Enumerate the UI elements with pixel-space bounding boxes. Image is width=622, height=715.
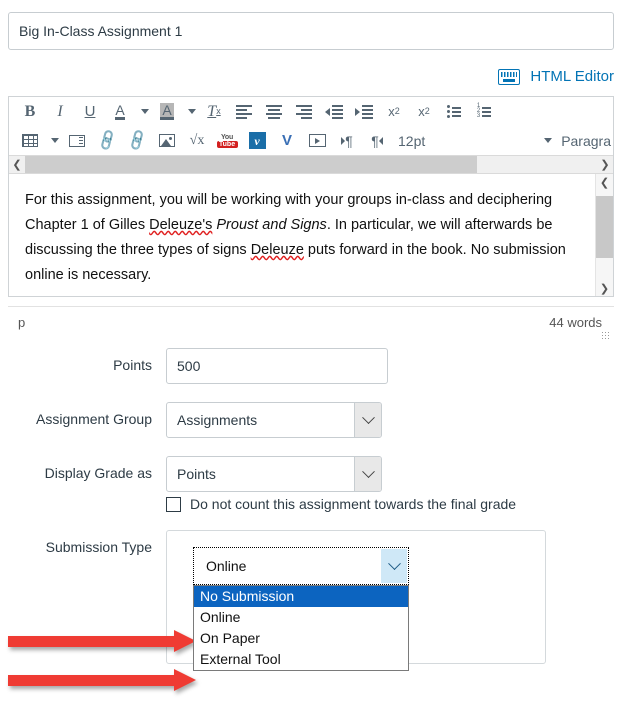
assignment-group-select[interactable]: Assignments xyxy=(166,402,382,438)
font-size-dropdown-icon[interactable] xyxy=(538,129,555,153)
table-icon[interactable] xyxy=(15,129,45,153)
text-color-dropdown-icon[interactable] xyxy=(135,100,152,124)
numbered-list-icon[interactable]: 123 xyxy=(469,100,499,124)
italic-icon[interactable]: I xyxy=(45,100,75,124)
omit-from-final-grade-label: Do not count this assignment towards the… xyxy=(190,496,517,512)
subscript-icon[interactable]: x2 xyxy=(409,100,439,124)
image-icon[interactable] xyxy=(152,129,182,153)
block-format-value[interactable]: Paragra xyxy=(555,129,613,153)
assignment-title-field-wrapper xyxy=(8,12,614,50)
embed-video-icon[interactable] xyxy=(302,129,332,153)
rich-text-editor: B I U A A Tx x2 x2 123 🔗 🔗 √x You Tube v… xyxy=(8,96,614,297)
highlight-color-dropdown-icon[interactable] xyxy=(182,100,199,124)
bold-icon[interactable]: B xyxy=(15,100,45,124)
element-path[interactable]: p xyxy=(18,315,25,330)
submission-type-control: Online No Submission Online On Paper Ext… xyxy=(166,530,622,671)
editor-scroll-thumb[interactable] xyxy=(596,196,613,258)
assignment-group-value: Assignments xyxy=(177,412,258,428)
editor-status-bar: p 44 words xyxy=(8,306,614,340)
align-left-icon[interactable] xyxy=(229,100,259,124)
table-dropdown-icon[interactable] xyxy=(45,129,62,153)
chevron-down-icon xyxy=(387,556,401,570)
ltr-paragraph-icon[interactable]: ¶ xyxy=(332,129,362,153)
scroll-left-icon[interactable]: ❮ xyxy=(9,156,25,173)
omit-from-final-grade-row[interactable]: Do not count this assignment towards the… xyxy=(166,496,622,512)
points-control xyxy=(166,348,622,384)
superscript-icon[interactable]: x2 xyxy=(379,100,409,124)
submission-type-label: Submission Type xyxy=(45,539,152,555)
outdent-icon[interactable] xyxy=(319,100,349,124)
points-label: Points xyxy=(113,357,152,373)
align-right-icon[interactable] xyxy=(289,100,319,124)
display-grade-as-select[interactable]: Points xyxy=(166,456,382,492)
editor-scroll-track[interactable] xyxy=(596,190,613,280)
scroll-right-icon[interactable]: ❯ xyxy=(597,156,613,173)
display-grade-as-dropdown-button[interactable] xyxy=(354,457,381,491)
media-icon[interactable] xyxy=(62,129,92,153)
youtube-icon[interactable]: You Tube xyxy=(212,129,242,153)
word-count: 44 words xyxy=(549,315,602,330)
scroll-down-icon[interactable]: ❯ xyxy=(600,280,609,296)
arrow-shaft xyxy=(8,636,174,647)
display-grade-as-control: Points Do not count this assignment towa… xyxy=(166,456,622,512)
option-no-submission[interactable]: No Submission xyxy=(194,586,408,607)
body-text-misspelled-1: Deleuze's xyxy=(149,217,213,233)
submission-type-select[interactable]: Online xyxy=(193,547,409,585)
link-icon[interactable]: 🔗 xyxy=(92,128,122,152)
editor-vertical-scrollbar[interactable]: ❮ ❯ xyxy=(595,174,613,296)
editor-toolbar-row-2: 🔗 🔗 √x You Tube v V ¶ ¶ 12pt Paragra xyxy=(9,126,613,155)
vimeo-icon[interactable]: v xyxy=(242,129,272,153)
submission-type-value: Online xyxy=(206,558,247,574)
assignment-group-control: Assignments xyxy=(166,402,622,438)
html-editor-toggle[interactable]: HTML Editor xyxy=(498,68,614,85)
font-size-value[interactable]: 12pt xyxy=(392,129,431,153)
omit-from-final-grade-checkbox[interactable] xyxy=(166,496,181,512)
bulleted-list-icon[interactable] xyxy=(439,100,469,124)
assignment-title-input[interactable] xyxy=(8,12,614,50)
toolbar-horizontal-scrollbar[interactable]: ❮ ❯ xyxy=(9,155,613,174)
submission-type-dropdown-button[interactable] xyxy=(381,549,407,583)
word-count-wrapper: 44 words xyxy=(549,315,610,340)
editor-content-wrapper: For this assignment, you will be working… xyxy=(9,174,613,296)
arrow-head xyxy=(174,669,196,691)
keyboard-icon xyxy=(498,68,521,85)
editor-content-area[interactable]: For this assignment, you will be working… xyxy=(9,174,595,296)
option-external-tool[interactable]: External Tool xyxy=(194,649,408,670)
points-input[interactable] xyxy=(166,348,388,384)
editor-toolbar-row-1: B I U A A Tx x2 x2 123 xyxy=(9,97,613,126)
resize-grip-icon[interactable] xyxy=(601,331,610,340)
submission-type-option-list[interactable]: No Submission Online On Paper External T… xyxy=(193,585,409,671)
chevron-down-icon xyxy=(361,410,375,424)
body-text-italic-title: Proust and Signs xyxy=(216,217,327,233)
assignment-group-label: Assignment Group xyxy=(36,411,152,427)
display-grade-as-value: Points xyxy=(177,466,216,482)
clear-formatting-icon[interactable]: Tx xyxy=(199,100,229,124)
highlight-color-icon[interactable]: A xyxy=(152,100,182,124)
align-center-icon[interactable] xyxy=(259,100,289,124)
indent-icon[interactable] xyxy=(349,100,379,124)
arrow-pointing-on-paper xyxy=(8,669,196,691)
assignment-group-dropdown-button[interactable] xyxy=(354,403,381,437)
arrow-shaft xyxy=(8,675,174,686)
chevron-down-icon xyxy=(361,464,375,478)
assignment-group-row: Assignment Group Assignments xyxy=(0,402,622,438)
unlink-icon[interactable]: 🔗 xyxy=(122,128,152,152)
scroll-up-icon[interactable]: ❮ xyxy=(600,174,609,190)
body-text-misspelled-2: Deleuze xyxy=(250,242,304,258)
v-video-icon[interactable]: V xyxy=(272,129,302,153)
underline-icon[interactable]: U xyxy=(75,100,105,124)
toolbar-scroll-track[interactable] xyxy=(25,156,597,173)
display-grade-as-label: Display Grade as xyxy=(44,465,152,481)
submission-type-panel: Online No Submission Online On Paper Ext… xyxy=(166,530,546,671)
points-row: Points xyxy=(0,348,622,384)
math-equation-icon[interactable]: √x xyxy=(182,129,212,153)
display-grade-as-row: Display Grade as Points Do not count thi… xyxy=(0,456,622,512)
html-editor-link[interactable]: HTML Editor xyxy=(530,68,614,85)
toolbar-scroll-thumb[interactable] xyxy=(25,156,477,173)
arrow-pointing-no-submission xyxy=(8,630,196,652)
option-online[interactable]: Online xyxy=(194,607,408,628)
option-on-paper[interactable]: On Paper xyxy=(194,628,408,649)
text-color-icon[interactable]: A xyxy=(105,100,135,124)
rtl-paragraph-icon[interactable]: ¶ xyxy=(362,129,392,153)
